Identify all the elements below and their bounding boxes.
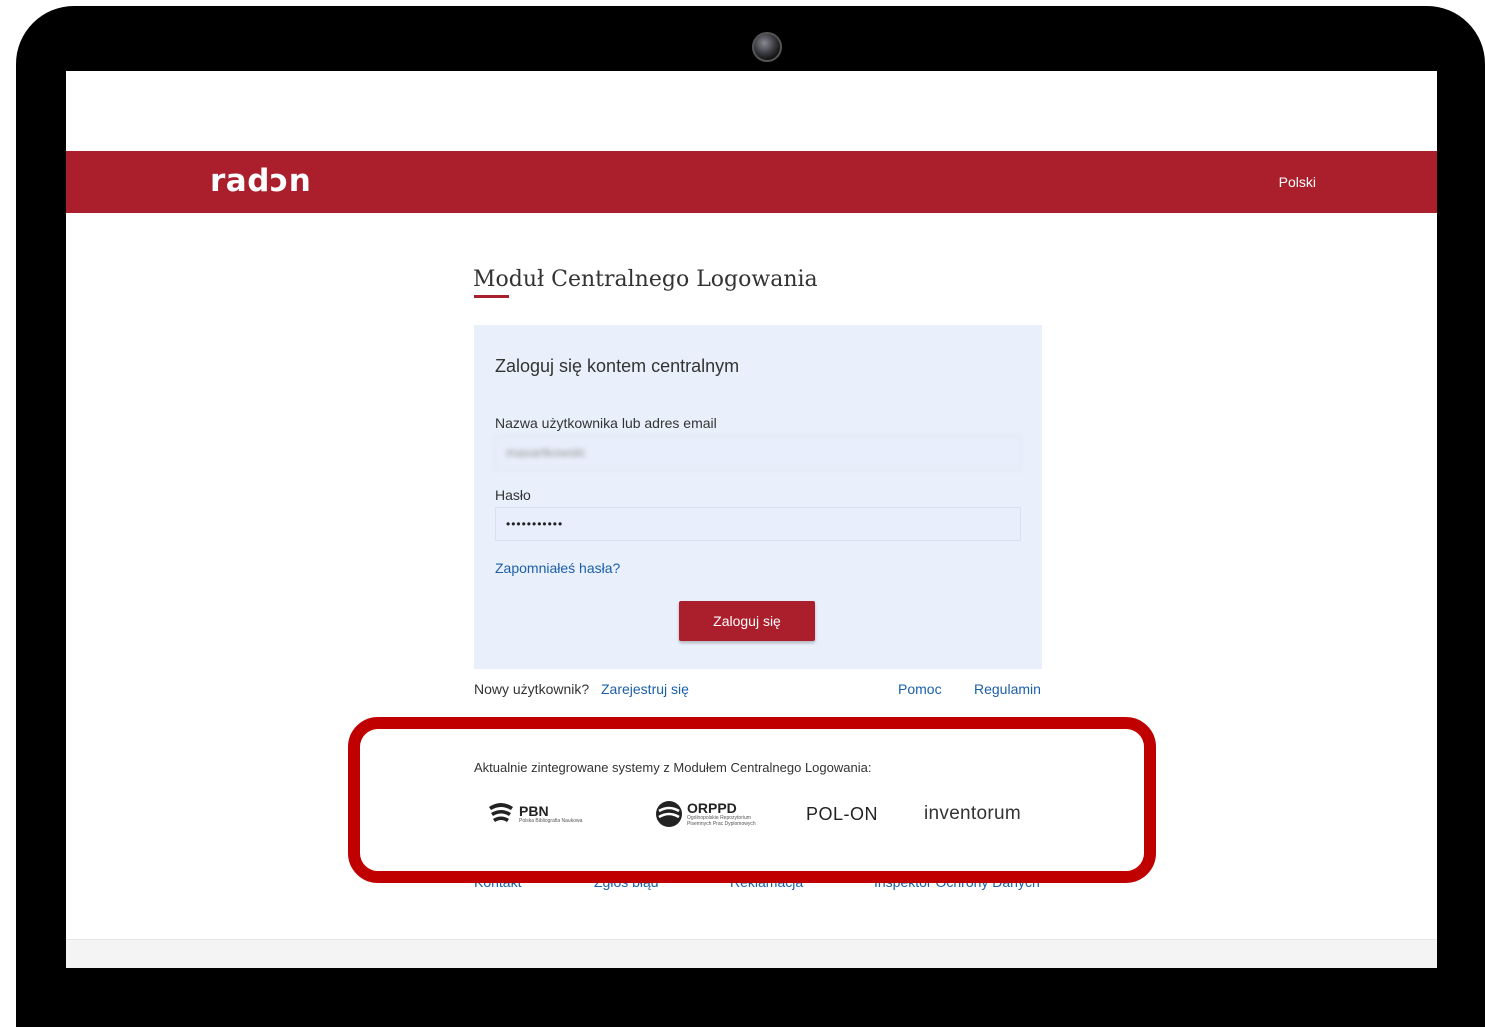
login-button[interactable]: Zaloguj się (679, 601, 815, 641)
username-label: Nazwa użytkownika lub adres email (495, 415, 717, 431)
top-navbar: radɔn Polski (66, 151, 1437, 213)
radon-logo[interactable]: radɔn (210, 163, 311, 199)
page-footer-bar (66, 939, 1437, 968)
highlight-annotation (348, 717, 1156, 883)
new-user-label: Nowy użytkownik? (474, 681, 590, 697)
login-form: Zaloguj się kontem centralnym Nazwa użyt… (474, 325, 1042, 669)
title-underline (474, 295, 509, 298)
language-selector[interactable]: Polski (1279, 174, 1316, 190)
camera-icon (752, 32, 782, 62)
account-links: Nowy użytkownik? Zarejestruj się Pomoc R… (474, 681, 1042, 701)
forgot-password-link[interactable]: Zapomniałeś hasła? (495, 560, 620, 576)
password-input[interactable]: ••••••••••• (495, 507, 1021, 541)
terms-link[interactable]: Regulamin (974, 681, 1041, 697)
help-link[interactable]: Pomoc (898, 681, 942, 697)
login-heading: Zaloguj się kontem centralnym (495, 356, 740, 376)
password-label: Hasło (495, 487, 531, 503)
register-link[interactable]: Zarejestruj się (601, 681, 689, 697)
page-title: Moduł Centralnego Logowania (473, 267, 818, 292)
username-input[interactable]: maxartkowski (495, 436, 1021, 470)
